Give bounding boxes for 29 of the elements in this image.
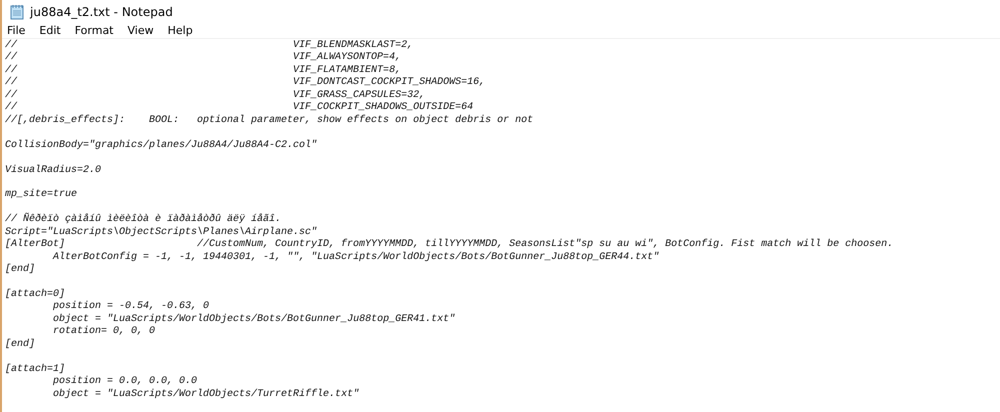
- text-line: position = -0.54, -0.63, 0: [52, 301, 210, 314]
- text-line: // VIF_FLATAMBIENT=8,: [5, 64, 402, 76]
- text-line: // VIF_GRASS_CAPSULES=32,: [5, 90, 426, 102]
- text-line: // VIF_BLENDMASKLAST=2,: [5, 40, 414, 52]
- text-line: // VIF_DONTCAST_COCKPIT_SHADOWS=16,: [5, 77, 486, 90]
- text-line: mp_site=true: [5, 189, 78, 202]
- text-line: rotation= 0, 0, 0: [52, 326, 156, 339]
- text-line: [AlterBot] //CustomNum, CountryID, fromYYYYMMDD, tillYYYYMMDD, SeasonsList"sp su au wi", BotConfig. Fist match will be choosen.: [5, 239, 894, 252]
- text-line: //[,debris_effects]: BOOL: optional parameter, show effects on object debris or not: [5, 114, 534, 128]
- window-title: ju88a4_t2.txt - Notepad: [30, 4, 173, 18]
- menu-item[interactable]: Help: [168, 24, 193, 37]
- text-line: object = "LuaScripts/WorldObjects/Bots/BotGunner_Ju88top_GER41.txt": [52, 314, 456, 326]
- text-line: // VIF_COCKPIT_SHADOWS_OUTSIDE=64: [5, 102, 474, 114]
- text-line: [end]: [5, 338, 36, 352]
- menu-item[interactable]: Edit: [39, 24, 61, 37]
- menu-item[interactable]: Format: [74, 24, 114, 37]
- menu-item[interactable]: View: [128, 24, 154, 37]
- text-line: // VIF_ALWAYSONTOP=4,: [5, 52, 402, 64]
- text-line: VisualRadius=2.0: [5, 164, 102, 177]
- text-line: // Ñêðèïò çàìåíû ìèëèîòà è ïàðàìåòðû äëÿ íåãî.: [5, 214, 282, 226]
- text-line: object = "LuaScripts/WorldObjects/TurretRiffle.txt": [52, 388, 360, 402]
- text-line: position = 0.0, 0.0, 0.0: [52, 376, 198, 388]
- text-line: [attach=0]: [5, 288, 66, 300]
- text-line: CollisionBody="graphics/planes/Ju88A4/Ju88A4-C2.col": [5, 140, 318, 152]
- menu-item[interactable]: File: [7, 24, 26, 37]
- text-line: [end]: [5, 264, 36, 277]
- text-line: AlterBotConfig = -1, -1, 19440301, -1, "", "LuaScripts/WorldObjects/Bots/BotGunner_Ju88top_GER44.txt": [52, 252, 660, 264]
- text-line: Script="LuaScripts\ObjectScripts\Planes\Airplane.sc": [5, 226, 318, 238]
- text-line: [attach=1]: [5, 364, 66, 376]
